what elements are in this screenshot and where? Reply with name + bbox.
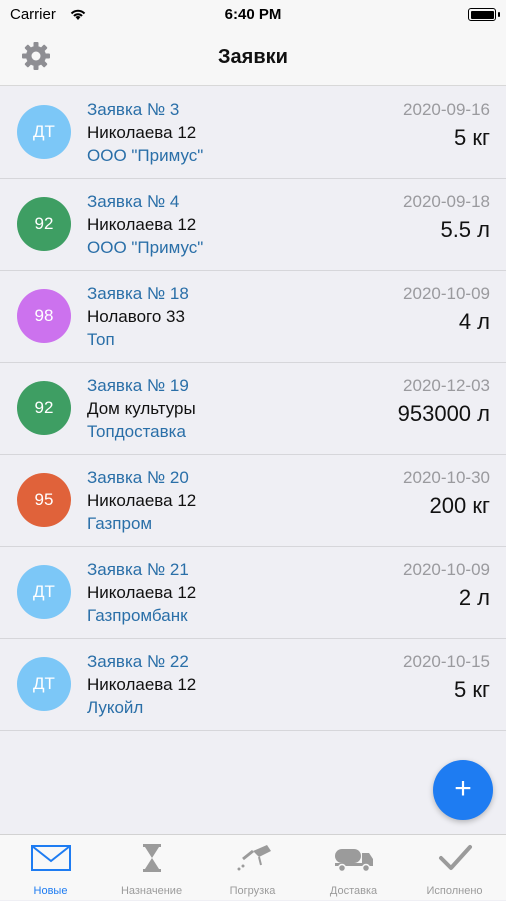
hourglass-icon — [142, 844, 161, 872]
fuel-type-badge: 92 — [17, 381, 71, 435]
tab-label: Новые — [33, 885, 68, 897]
fuel-type-badge: ДТ — [17, 657, 71, 711]
request-amount: 200 кг — [429, 493, 490, 518]
request-amount: 4 л — [458, 309, 490, 334]
request-address: Николаева 12 — [87, 491, 197, 510]
page-title: Заявки — [218, 46, 288, 68]
fuel-type-badge: 98 — [17, 289, 71, 343]
request-address: Николаева 12 — [87, 123, 197, 142]
request-title: Заявка № 4 — [87, 192, 180, 211]
battery-icon — [468, 8, 500, 21]
request-company: ООО "Примус" — [87, 146, 204, 165]
status-bar: Carrier 6:40 PM — [0, 0, 506, 30]
add-request-button[interactable]: + — [433, 760, 493, 820]
request-date: 2020-09-16 — [403, 100, 490, 119]
request-date: 2020-10-09 — [403, 560, 490, 579]
request-title: Заявка № 22 — [87, 652, 189, 671]
request-row[interactable]: ДТ Заявка № 22 Николаева 12 Лукойл 2020-… — [0, 639, 506, 731]
request-address: Николаева 12 — [87, 215, 197, 234]
request-amount: 5 кг — [454, 125, 490, 150]
request-date: 2020-10-15 — [403, 652, 490, 671]
request-date: 2020-09-18 — [403, 192, 490, 211]
request-company: Лукойл — [87, 698, 144, 717]
tanker-truck-icon — [334, 849, 373, 873]
request-amount: 2 л — [458, 585, 490, 610]
request-title: Заявка № 3 — [87, 100, 180, 119]
request-amount: 5 кг — [454, 677, 490, 702]
plus-icon: + — [454, 772, 472, 805]
tab-label: Доставка — [329, 885, 378, 897]
request-title: Заявка № 19 — [87, 376, 189, 395]
fuel-type-badge: ДТ — [17, 105, 71, 159]
tab-new[interactable]: Новые — [0, 835, 101, 901]
fuel-type-badge: 95 — [17, 473, 71, 527]
request-date: 2020-12-03 — [403, 376, 490, 395]
request-address: Николаева 12 — [87, 583, 197, 602]
request-amount: 953000 л — [397, 401, 490, 426]
tab-loading[interactable]: Погрузка — [202, 835, 303, 901]
request-row[interactable]: ДТ Заявка № 3 Николаева 12 ООО "Примус" … — [0, 87, 506, 179]
request-title: Заявка № 21 — [87, 560, 189, 579]
request-company: Газпромбанк — [87, 606, 188, 625]
request-address: Николаева 12 — [87, 675, 197, 694]
request-title: Заявка № 18 — [87, 284, 189, 303]
checkmark-icon — [438, 845, 472, 870]
request-row[interactable]: 92 Заявка № 19 Дом культуры Топдоставка … — [0, 363, 506, 455]
tab-label: Назначение — [120, 885, 183, 897]
fuel-type-badge: 92 — [17, 197, 71, 251]
request-company: Газпром — [87, 514, 153, 533]
navigation-bar: Заявки — [0, 30, 506, 86]
request-date: 2020-10-30 — [403, 468, 490, 487]
request-company: Топдоставка — [87, 422, 186, 441]
request-address: Нолавого 33 — [87, 307, 185, 326]
request-date: 2020-10-09 — [403, 284, 490, 303]
request-company: ООО "Примус" — [87, 238, 204, 257]
request-row[interactable]: 92 Заявка № 4 Николаева 12 ООО "Примус" … — [0, 179, 506, 271]
fuel-nozzle-icon — [237, 845, 271, 871]
fuel-type-badge: ДТ — [17, 565, 71, 619]
tab-label: Исполнено — [426, 885, 483, 897]
tab-delivery[interactable]: Доставка — [303, 835, 404, 901]
tab-assignment[interactable]: Назначение — [101, 835, 202, 901]
tab-completed[interactable]: Исполнено — [404, 835, 505, 901]
request-row[interactable]: ДТ Заявка № 21 Николаева 12 Газпромбанк … — [0, 547, 506, 639]
request-address: Дом культуры — [87, 399, 196, 418]
tab-bar: Новые Назначение Погрузка Доставка Испол… — [0, 834, 506, 900]
clock: 6:40 PM — [224, 6, 282, 23]
envelope-icon — [30, 845, 71, 871]
tab-label: Погрузка — [229, 885, 276, 897]
request-row[interactable]: 95 Заявка № 20 Николаева 12 Газпром 2020… — [0, 455, 506, 547]
request-row[interactable]: 98 Заявка № 18 Нолавого 33 Топ 2020-10-0… — [0, 271, 506, 363]
request-list: ДТ Заявка № 3 Николаева 12 ООО "Примус" … — [0, 87, 506, 731]
request-company: Топ — [87, 330, 115, 349]
request-title: Заявка № 20 — [87, 468, 189, 487]
request-amount: 5.5 л — [440, 217, 490, 242]
